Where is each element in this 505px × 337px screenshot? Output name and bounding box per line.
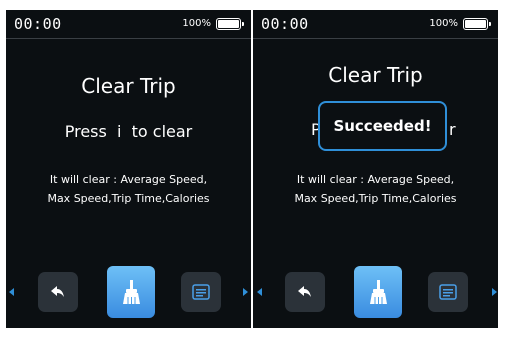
clear-info: It will clear : Average Speed, Max Speed… xyxy=(6,170,251,208)
back-icon xyxy=(51,286,64,297)
clear-info: It will clear : Average Speed, Max Speed… xyxy=(253,170,498,208)
clock-time: 00:00 xyxy=(14,15,62,33)
menu-button[interactable] xyxy=(428,272,468,312)
prev-page-arrow-icon[interactable] xyxy=(9,288,14,296)
success-toast: Succeeded! xyxy=(318,101,447,151)
battery-percent: 100% xyxy=(429,18,458,29)
next-page-arrow-icon[interactable] xyxy=(243,288,248,296)
page-title: Clear Trip xyxy=(328,63,423,87)
prev-page-arrow-icon[interactable] xyxy=(257,288,262,296)
menu-icon xyxy=(439,284,457,300)
next-page-arrow-icon[interactable] xyxy=(492,288,497,296)
instruction-text-fragment: r xyxy=(449,120,456,139)
info-line: Max Speed,Trip Time,Calories xyxy=(294,192,457,205)
device-screen-before: 00:00 100% Clear Trip Press i to clear I… xyxy=(6,10,251,328)
battery-percent: 100% xyxy=(182,18,211,29)
back-button[interactable] xyxy=(285,272,325,312)
clear-button[interactable] xyxy=(107,266,155,318)
page-title: Clear Trip xyxy=(81,74,176,98)
broom-icon xyxy=(370,280,387,304)
device-screen-after: 00:00 100% Clear Trip P r Succeeded! It … xyxy=(253,10,498,328)
status-bar: 00:00 100% xyxy=(253,10,498,39)
info-line: Max Speed,Trip Time,Calories xyxy=(47,192,210,205)
back-button[interactable] xyxy=(38,272,78,312)
back-icon xyxy=(298,286,311,297)
info-line: It will clear : Average Speed, xyxy=(49,173,208,186)
battery-icon xyxy=(216,18,244,30)
clear-button[interactable] xyxy=(354,266,402,318)
instruction-text: Press i to clear xyxy=(64,122,193,141)
broom-icon xyxy=(123,280,140,304)
clock-time: 00:00 xyxy=(261,15,309,33)
menu-icon xyxy=(192,284,210,300)
status-bar: 00:00 100% xyxy=(6,10,251,39)
battery-icon xyxy=(463,18,491,30)
info-line: It will clear : Average Speed, xyxy=(296,173,455,186)
menu-button[interactable] xyxy=(181,272,221,312)
